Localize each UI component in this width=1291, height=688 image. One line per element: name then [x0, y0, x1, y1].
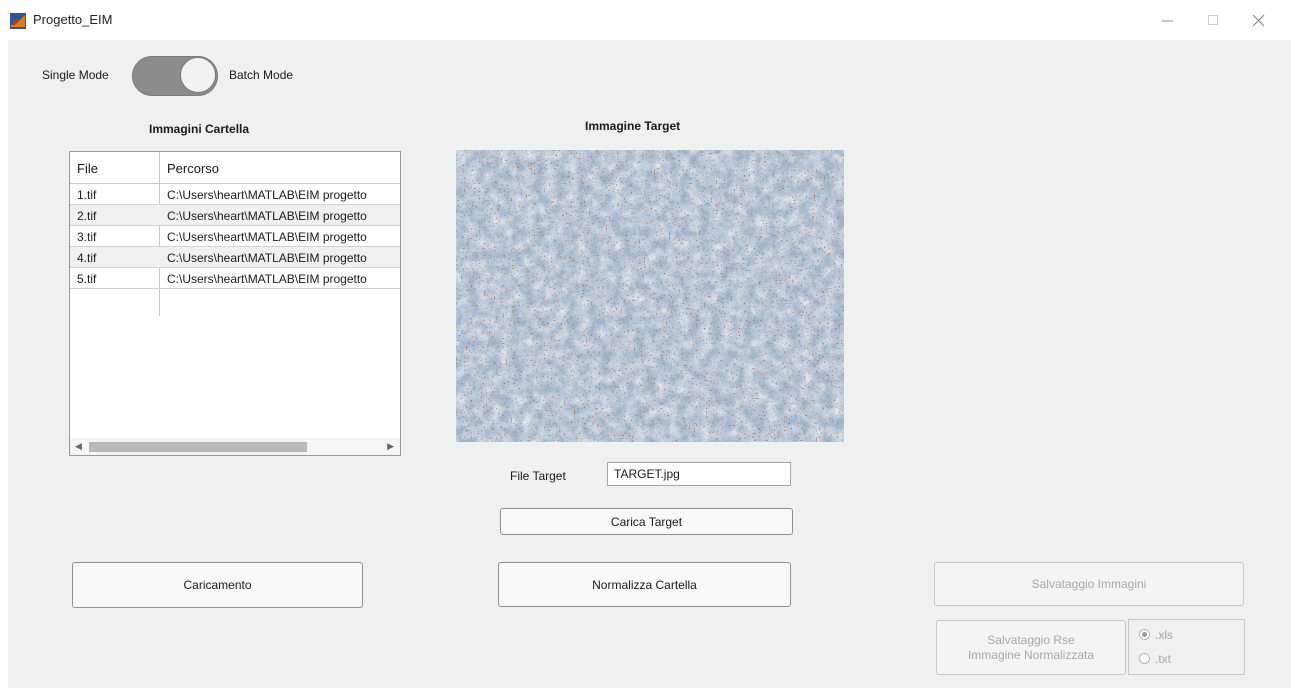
- load-button[interactable]: Caricamento: [72, 562, 363, 608]
- file-cell: 2.tif: [77, 209, 97, 223]
- file-cell: 1.tif: [77, 188, 97, 202]
- table-row[interactable]: 5.tif C:\Users\heart\MATLAB\EIM progetto: [70, 268, 400, 289]
- target-image-preview: [456, 150, 844, 442]
- single-mode-label: Single Mode: [42, 68, 109, 82]
- table-row[interactable]: 3.tif C:\Users\heart\MATLAB\EIM progetto: [70, 226, 400, 247]
- column-header-path[interactable]: Percorso: [167, 161, 219, 176]
- scroll-left-icon[interactable]: ◀: [75, 441, 82, 452]
- matlab-icon: [10, 13, 26, 29]
- mode-toggle-switch[interactable]: [132, 56, 218, 96]
- folder-images-table[interactable]: File Percorso 1.tif C:\Users\heart\MATLA…: [69, 151, 401, 456]
- minimize-button[interactable]: [1148, 6, 1188, 34]
- file-cell: 5.tif: [77, 272, 97, 286]
- scroll-right-icon[interactable]: ▶: [387, 441, 394, 452]
- table-row[interactable]: 4.tif C:\Users\heart\MATLAB\EIM progetto: [70, 247, 400, 268]
- radio-xls-label: .xls: [1155, 628, 1173, 642]
- table-header: File Percorso: [70, 152, 400, 184]
- save-rse-label-line1: Salvataggio Rse: [987, 632, 1075, 647]
- app-client-area: Single Mode Batch Mode Immagini Cartella…: [8, 40, 1291, 688]
- title-bar: Progetto_EIM: [0, 0, 1291, 40]
- file-cell: 3.tif: [77, 230, 97, 244]
- close-button[interactable]: [1238, 6, 1278, 34]
- path-cell: C:\Users\heart\MATLAB\EIM progetto: [167, 188, 367, 202]
- path-cell: C:\Users\heart\MATLAB\EIM progetto: [167, 230, 367, 244]
- radio-xls[interactable]: .xls: [1139, 628, 1199, 644]
- batch-mode-label: Batch Mode: [229, 68, 294, 82]
- radio-selected-icon: [1139, 629, 1150, 640]
- normalize-folder-button[interactable]: Normalizza Cartella: [498, 562, 791, 607]
- window-title: Progetto_EIM: [33, 12, 113, 27]
- radio-txt[interactable]: .txt: [1139, 652, 1199, 668]
- radio-unselected-icon: [1139, 653, 1150, 664]
- file-target-field[interactable]: TARGET.jpg: [607, 462, 791, 486]
- target-image-title: Immagine Target: [585, 119, 681, 133]
- column-header-file[interactable]: File: [77, 161, 98, 176]
- path-cell: C:\Users\heart\MATLAB\EIM progetto: [167, 272, 367, 286]
- save-images-button[interactable]: Salvataggio Immagini: [934, 562, 1244, 606]
- save-rse-label-line2: Immagine Normalizzata: [967, 647, 1095, 662]
- maximize-button[interactable]: [1193, 6, 1233, 34]
- table-row[interactable]: 1.tif C:\Users\heart\MATLAB\EIM progetto: [70, 184, 400, 205]
- file-target-label: File Target: [510, 469, 566, 483]
- scrollbar-thumb[interactable]: [89, 442, 307, 452]
- path-cell: C:\Users\heart\MATLAB\EIM progetto: [167, 209, 367, 223]
- path-cell: C:\Users\heart\MATLAB\EIM progetto: [167, 251, 367, 265]
- load-target-button[interactable]: Carica Target: [500, 508, 793, 535]
- horizontal-scrollbar[interactable]: ◀ ▶: [70, 438, 400, 455]
- close-icon: [1252, 14, 1265, 27]
- toggle-knob[interactable]: [180, 57, 216, 93]
- table-row[interactable]: 2.tif C:\Users\heart\MATLAB\EIM progetto: [70, 205, 400, 226]
- minimize-icon: [1162, 20, 1173, 22]
- format-radio-group: .xls .txt: [1128, 619, 1245, 675]
- radio-txt-label: .txt: [1155, 652, 1172, 666]
- save-rse-button[interactable]: Salvataggio Rse Immagine Normalizzata: [936, 620, 1126, 675]
- file-cell: 4.tif: [77, 251, 97, 265]
- folder-images-title: Immagini Cartella: [149, 122, 250, 136]
- maximize-icon: [1208, 15, 1218, 25]
